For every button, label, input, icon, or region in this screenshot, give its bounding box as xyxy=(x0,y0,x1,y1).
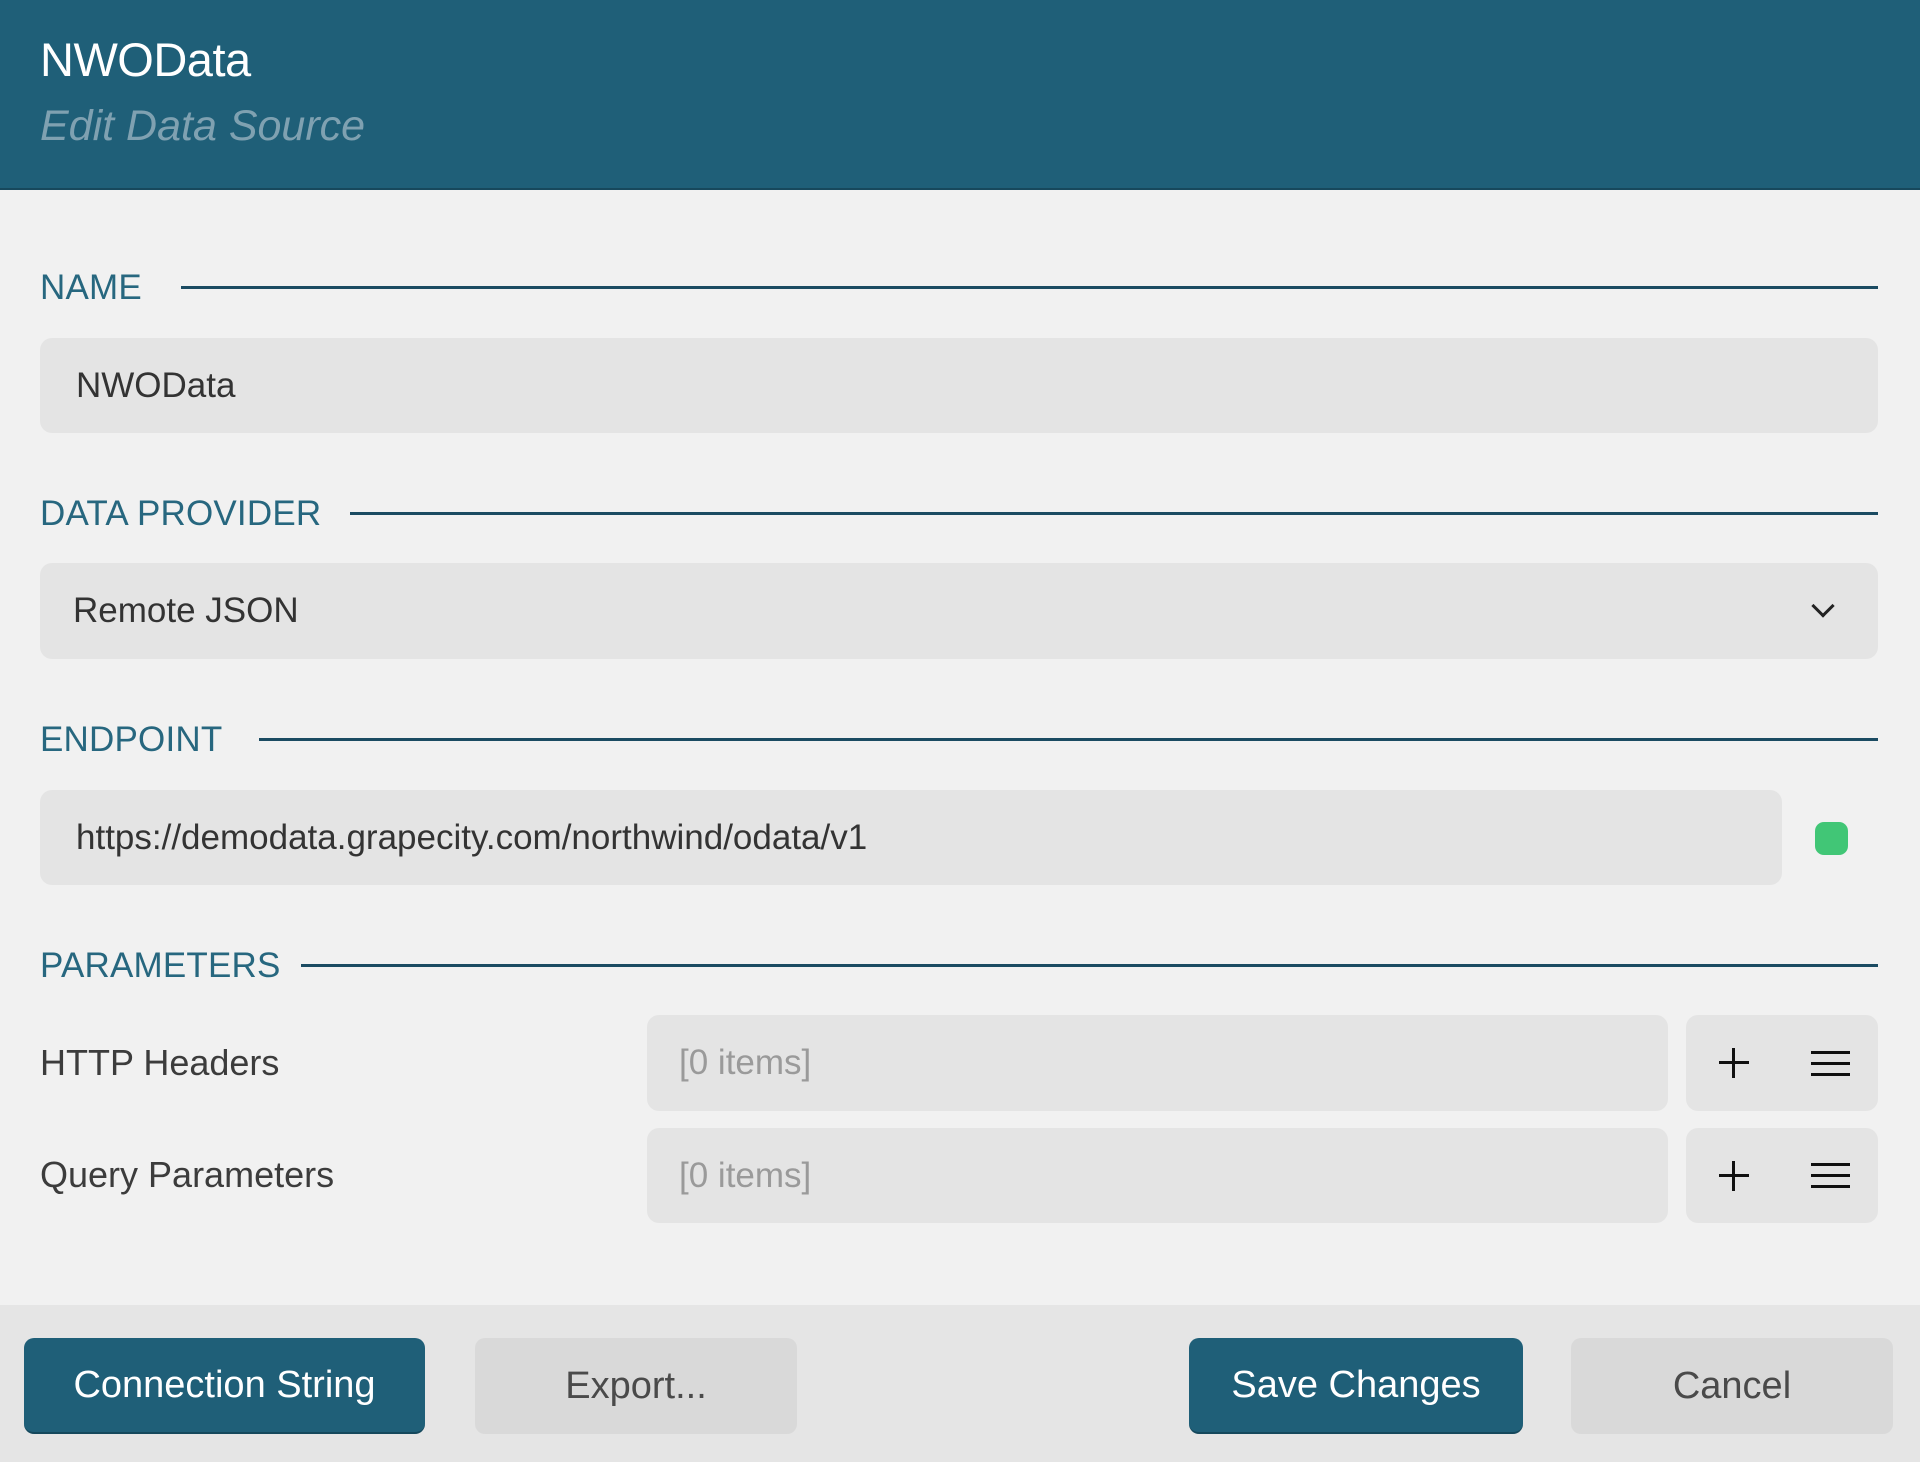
connection-string-button[interactable]: Connection String xyxy=(24,1338,425,1434)
endpoint-input-value: https://demodata.grapecity.com/northwind… xyxy=(76,817,868,857)
http-headers-field[interactable]: [0 items] xyxy=(647,1015,1668,1111)
section-divider-data-provider xyxy=(350,512,1878,515)
dialog-header: NWOData Edit Data Source xyxy=(0,0,1920,190)
cancel-button[interactable]: Cancel xyxy=(1571,1338,1893,1434)
section-label-name: NAME xyxy=(40,268,142,307)
section-divider-name xyxy=(181,286,1878,289)
menu-icon xyxy=(1810,1050,1850,1076)
name-input-value: NWOData xyxy=(76,365,236,405)
query-parameters-label: Query Parameters xyxy=(40,1154,335,1195)
plus-icon xyxy=(1719,1048,1749,1078)
section-divider-parameters xyxy=(301,964,1878,967)
query-parameters-field[interactable]: [0 items] xyxy=(647,1128,1668,1223)
dialog-footer: Connection String Export... Save Changes… xyxy=(0,1305,1920,1462)
menu-icon xyxy=(1810,1163,1850,1188)
section-label-endpoint: ENDPOINT xyxy=(40,720,223,759)
data-provider-selected: Remote JSON xyxy=(73,591,299,630)
query-parameters-actions xyxy=(1686,1128,1878,1223)
save-changes-button[interactable]: Save Changes xyxy=(1189,1338,1523,1434)
dialog-subtitle: Edit Data Source xyxy=(40,102,366,150)
section-divider-endpoint xyxy=(259,738,1878,741)
http-headers-add-button[interactable] xyxy=(1686,1015,1782,1111)
endpoint-input[interactable]: https://demodata.grapecity.com/northwind… xyxy=(40,790,1782,885)
export-button[interactable]: Export... xyxy=(475,1338,797,1434)
http-headers-actions xyxy=(1686,1015,1878,1111)
section-label-data-provider: DATA PROVIDER xyxy=(40,494,322,533)
http-headers-label: HTTP Headers xyxy=(40,1042,280,1083)
connection-status-indicator xyxy=(1815,822,1848,855)
chevron-down-icon[interactable] xyxy=(1811,594,1835,618)
section-label-parameters: PARAMETERS xyxy=(40,946,281,985)
query-parameters-add-button[interactable] xyxy=(1686,1128,1782,1223)
dialog-title: NWOData xyxy=(40,33,251,86)
http-headers-edit-button[interactable] xyxy=(1782,1015,1878,1111)
http-headers-value: [0 items] xyxy=(679,1043,812,1082)
data-provider-select[interactable]: Remote JSON xyxy=(40,563,1878,659)
query-parameters-edit-button[interactable] xyxy=(1782,1128,1878,1223)
query-parameters-value: [0 items] xyxy=(679,1155,812,1195)
name-input[interactable]: NWOData xyxy=(40,338,1878,433)
plus-icon xyxy=(1719,1160,1749,1191)
